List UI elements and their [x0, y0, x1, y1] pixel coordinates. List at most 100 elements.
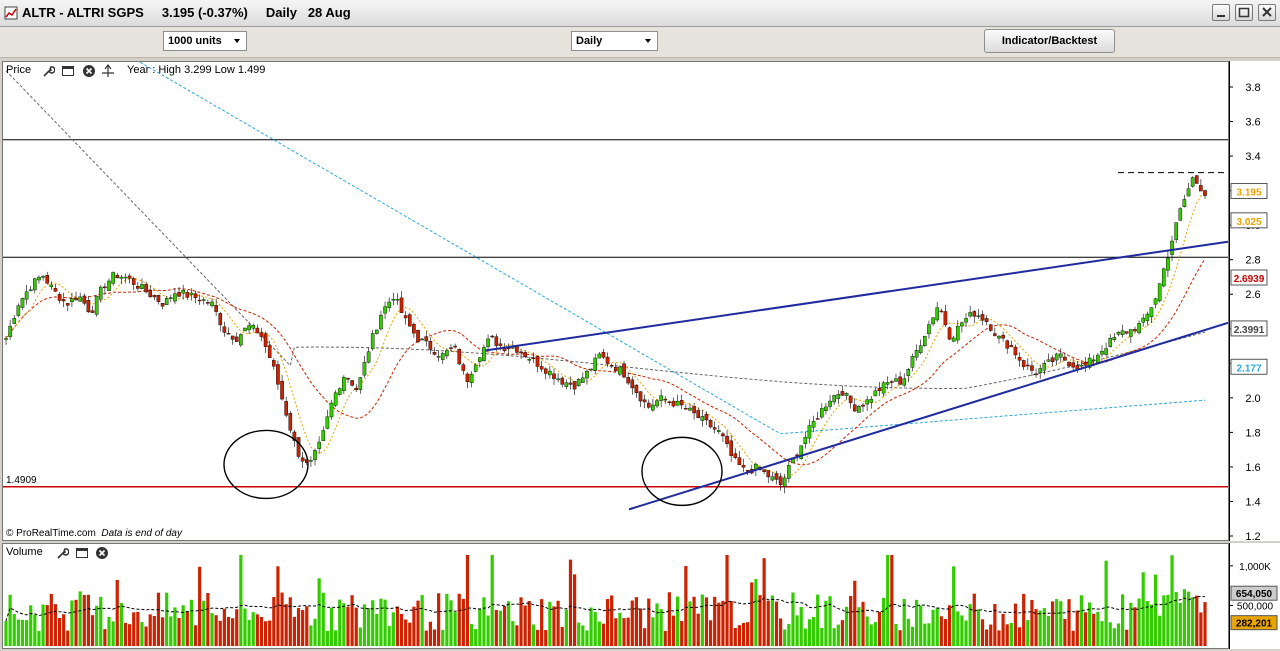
crosshair-icon[interactable]	[101, 64, 115, 78]
volume-axis-scale: 1,000K 500,000654,050 282,201	[1229, 543, 1278, 649]
volume-bar	[688, 601, 692, 646]
volume-bar	[1100, 621, 1104, 646]
candle-body	[1157, 283, 1162, 302]
volume-bar	[498, 610, 503, 646]
volume-bar	[90, 615, 95, 646]
candle-body	[1141, 317, 1145, 323]
candle-body	[473, 364, 478, 372]
wrench-icon[interactable]	[41, 64, 55, 78]
candle-body	[342, 376, 346, 392]
candle-body	[140, 284, 144, 289]
volume-bar	[696, 613, 700, 646]
volume-bar	[1055, 599, 1059, 646]
window-icon[interactable]	[75, 546, 89, 560]
period-select[interactable]: Daily	[571, 31, 658, 51]
candle-body	[704, 413, 709, 421]
candle-body	[189, 292, 194, 295]
volume-bar	[605, 599, 610, 646]
candle-body	[589, 368, 593, 371]
volume-bar	[1133, 607, 1137, 646]
volume-bar	[754, 579, 758, 646]
volume-bar	[820, 627, 824, 646]
window-icon[interactable]	[61, 64, 75, 78]
candle-body	[840, 391, 845, 396]
indicator-backtest-button[interactable]: Indicator/Backtest	[984, 29, 1115, 53]
close-panel-icon[interactable]	[95, 546, 109, 560]
candle-body	[696, 410, 701, 419]
volume-bar	[383, 599, 387, 646]
volume-bar	[898, 630, 902, 646]
candle-body	[346, 378, 350, 380]
volume-bar	[185, 611, 189, 646]
candle-body	[296, 437, 301, 457]
volume-bar	[947, 605, 952, 646]
volume-bar	[601, 623, 606, 646]
volume-bar	[321, 592, 325, 646]
maximize-button[interactable]	[1235, 4, 1253, 21]
volume-bar	[795, 615, 799, 646]
candle-body	[766, 470, 771, 478]
price-panel[interactable]: Price Year : High 3.299 Low 1.499 1.4909…	[2, 61, 1229, 541]
candle-body	[337, 388, 342, 395]
volume-bar	[1137, 598, 1141, 646]
volume-bar	[700, 594, 704, 646]
price-label-tag: 3.025	[1230, 212, 1268, 229]
candle-body	[24, 291, 29, 300]
candle-body	[947, 327, 952, 340]
volume-bar	[408, 622, 412, 646]
volume-bar	[577, 622, 581, 646]
window-title: ALTR - ALTRI SGPS 3.195 (-0.37%) Daily 2…	[22, 5, 351, 20]
volume-bar	[1013, 603, 1018, 646]
candle-body	[832, 395, 836, 403]
volume-bar	[111, 621, 115, 646]
candle-body	[618, 366, 622, 375]
volume-bar	[774, 601, 779, 646]
candle-body	[836, 394, 841, 399]
close-panel-icon[interactable]	[82, 64, 96, 78]
volume-bar	[1195, 595, 1199, 646]
volume-bar	[461, 598, 465, 646]
volume-bar	[70, 600, 74, 646]
volume-bar	[1022, 593, 1026, 646]
wrench-icon[interactable]	[55, 546, 69, 560]
minimize-button[interactable]	[1212, 4, 1230, 21]
close-button[interactable]	[1258, 4, 1276, 21]
candle-body	[164, 298, 169, 305]
volume-bar	[684, 566, 688, 646]
volume-panel[interactable]: Volume	[2, 543, 1229, 649]
volume-bar	[313, 618, 317, 646]
volume-bar	[1112, 628, 1116, 646]
volume-bar	[99, 596, 103, 646]
candle-body	[820, 408, 824, 418]
candle-body	[387, 301, 391, 308]
candle-body	[399, 297, 404, 313]
candle-body	[811, 421, 816, 428]
candle-body	[325, 416, 330, 429]
volume-bar	[737, 625, 742, 646]
candle-body	[280, 380, 284, 400]
volume-bar	[420, 595, 424, 646]
volume-bar	[849, 596, 853, 646]
toolbar: 1000 units Daily Indicator/Backtest	[0, 27, 1280, 58]
candle-body	[787, 465, 791, 479]
volume-chart[interactable]	[3, 544, 1228, 648]
candle-body	[535, 356, 540, 367]
candle-body	[276, 364, 280, 385]
candle-body	[898, 376, 902, 385]
volume-bar	[432, 629, 437, 646]
candle-body	[181, 290, 185, 294]
candle-body	[692, 406, 696, 414]
candle-body	[362, 362, 367, 376]
volume-bar	[1026, 620, 1030, 646]
units-select[interactable]: 1000 units	[163, 31, 247, 51]
price-chart[interactable]	[3, 62, 1228, 540]
volume-bar	[581, 625, 585, 646]
volume-bar	[836, 624, 840, 646]
volume-bar	[791, 592, 795, 646]
candle-body	[41, 276, 45, 278]
candle-body	[119, 276, 124, 279]
volume-bar	[828, 596, 832, 646]
candle-body	[321, 430, 326, 441]
volume-bar	[259, 617, 264, 646]
volume-bar	[1104, 560, 1108, 646]
